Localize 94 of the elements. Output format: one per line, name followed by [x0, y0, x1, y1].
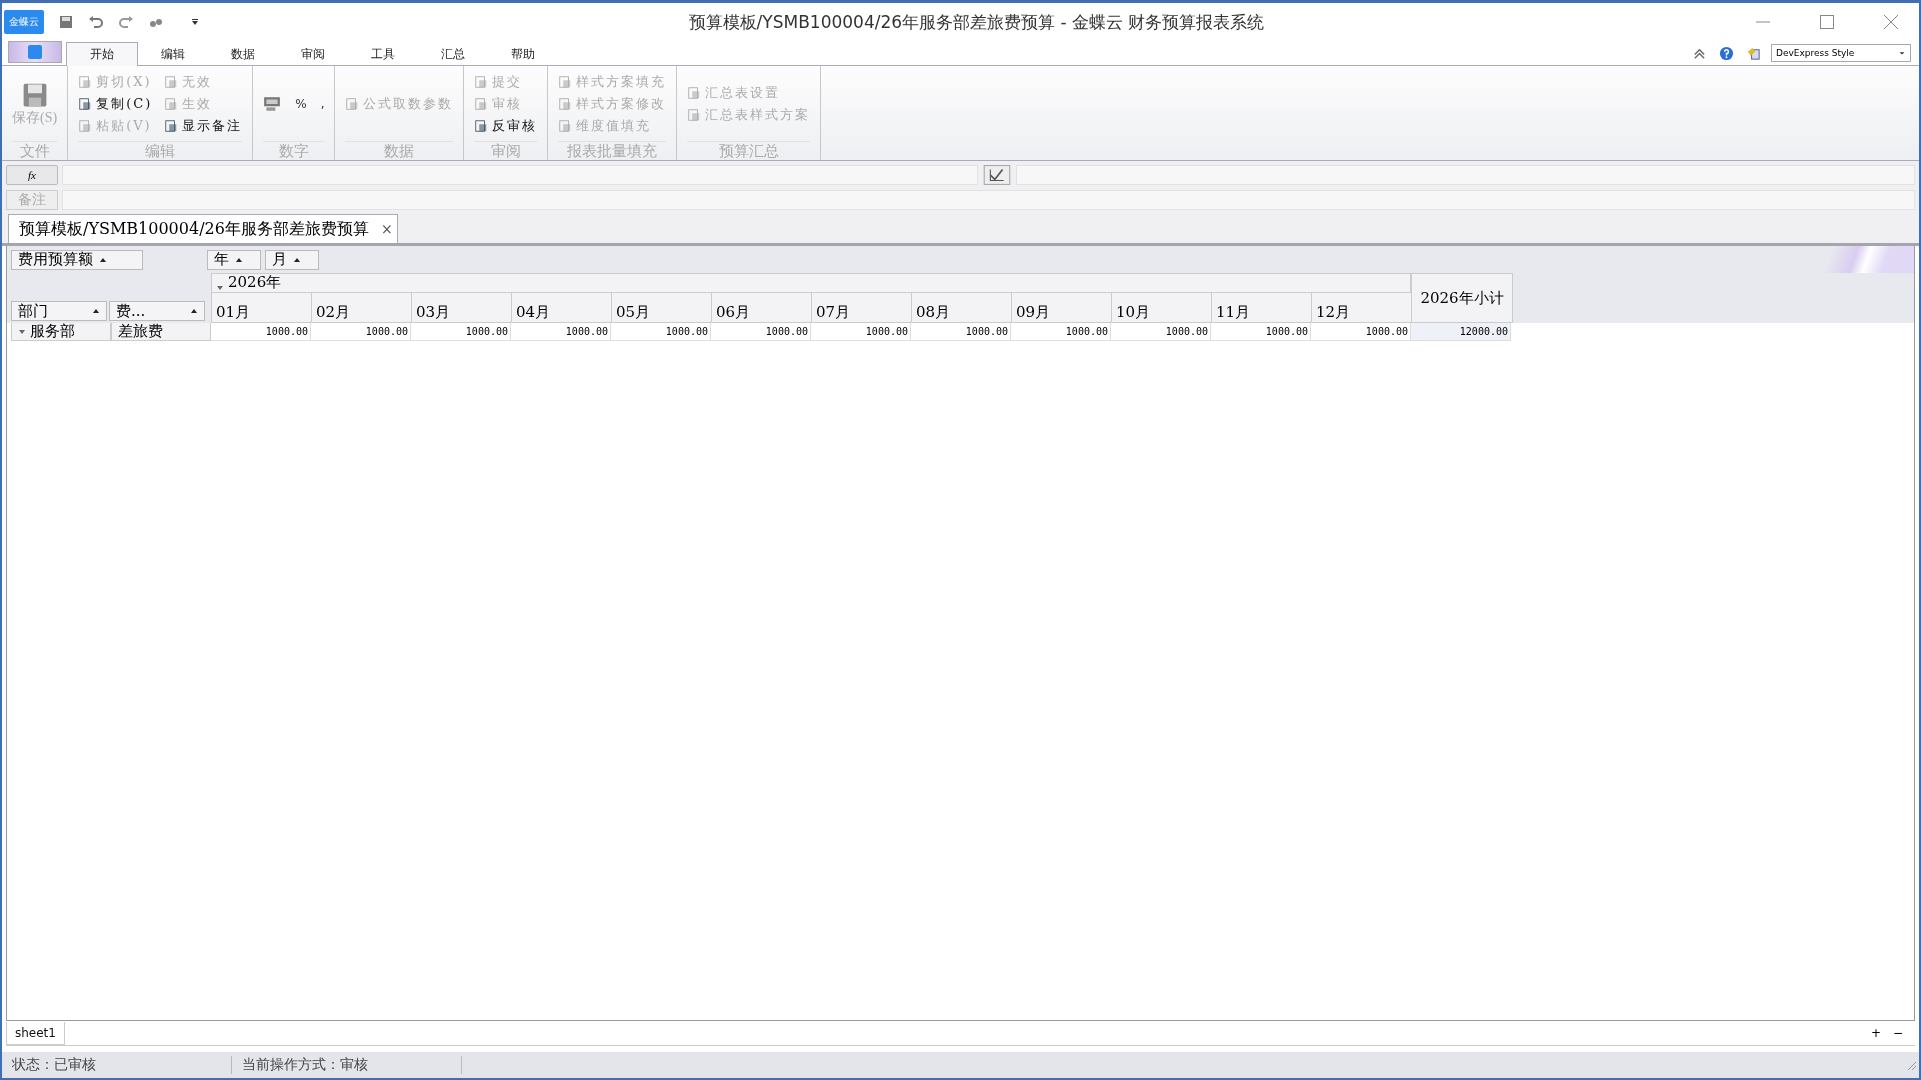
table-cell: 1000.00 — [1111, 323, 1211, 341]
total-cell: 12000.00 — [1411, 323, 1511, 341]
total-header: 2026年小计 — [1411, 273, 1513, 323]
table-cell: 1000.00 — [1011, 323, 1111, 341]
ribbon-tab[interactable]: 帮助 — [488, 43, 558, 65]
document-icon — [687, 107, 702, 122]
table-cell: 1000.00 — [811, 323, 911, 341]
expand-icon[interactable] — [216, 284, 224, 292]
app-logo: 金蝶云 — [4, 10, 44, 34]
ribbon-tab[interactable]: 审阅 — [278, 43, 348, 65]
document-icon — [78, 118, 93, 133]
undo-icon[interactable] — [88, 14, 104, 30]
table-cell: 1000.00 — [711, 323, 811, 341]
year-header: 2026年 — [228, 273, 282, 292]
ribbon-button[interactable]: 复制(C) — [78, 94, 153, 113]
ribbon-tab[interactable]: 工具 — [348, 43, 418, 65]
sheet-control-button[interactable]: + — [1870, 1026, 1881, 1040]
document-icon — [164, 96, 179, 111]
document-icon — [474, 118, 489, 133]
maximize-icon[interactable] — [1817, 12, 1837, 32]
department-cell: 服务部 — [30, 322, 75, 341]
document-icon — [78, 74, 93, 89]
document-icon — [164, 74, 179, 89]
month-header: 07月 — [811, 292, 911, 323]
row-field-button[interactable]: 部门 — [11, 301, 107, 321]
status-text: 当前操作方式：审核 — [232, 1056, 462, 1074]
ribbon-group-label: 预算汇总 — [687, 141, 811, 160]
close-icon[interactable] — [1881, 12, 1901, 32]
number-format-icon[interactable] — [263, 94, 282, 113]
month-header: 02月 — [311, 292, 411, 323]
resize-grip-icon[interactable] — [1905, 1059, 1917, 1071]
ribbon-button[interactable]: 反审核 — [474, 116, 538, 135]
ribbon-tab[interactable]: 编辑 — [138, 43, 208, 65]
sort-up-icon — [92, 307, 100, 315]
table-cell: 1000.00 — [311, 323, 411, 341]
month-header: 11月 — [1211, 292, 1311, 323]
ribbon-tab[interactable]: 汇总 — [418, 43, 488, 65]
dropdown-icon[interactable] — [190, 17, 200, 27]
month-header: 08月 — [911, 292, 1011, 323]
month-header: 05月 — [611, 292, 711, 323]
expense-cell: 差旅费 — [111, 323, 211, 341]
table-cell: 1000.00 — [911, 323, 1011, 341]
table-cell: 1000.00 — [411, 323, 511, 341]
application-menu-button[interactable] — [8, 41, 62, 63]
column-field-button[interactable]: 年 — [207, 249, 261, 270]
document-icon — [558, 74, 573, 89]
ribbon-tab[interactable]: 数据 — [208, 43, 278, 65]
ribbon-group-label: 编辑 — [78, 141, 243, 160]
month-header: 10月 — [1111, 292, 1211, 323]
ribbon-group-label: 报表批量填充 — [558, 141, 667, 160]
style-dropdown[interactable]: DevExpress Style — [1771, 44, 1911, 62]
ribbon-button[interactable]: 显示备注 — [164, 116, 243, 135]
document-icon — [164, 118, 179, 133]
document-icon — [345, 96, 360, 111]
column-field-button[interactable]: 月 — [265, 249, 319, 270]
expand-icon[interactable] — [18, 327, 26, 336]
ribbon-group-label: 审阅 — [474, 141, 538, 160]
caret-icon — [1898, 49, 1906, 57]
collapse-ribbon-icon[interactable] — [1692, 46, 1707, 61]
sort-up-icon — [190, 307, 198, 315]
table-cell: 1000.00 — [611, 323, 711, 341]
save-icon[interactable] — [58, 14, 74, 30]
document-icon — [474, 96, 489, 111]
ribbon-group-label: 数据 — [345, 141, 454, 160]
month-header: 06月 — [711, 292, 811, 323]
number-format-button[interactable]: , — [320, 96, 325, 111]
sheet-tab[interactable]: sheet1 — [6, 1021, 65, 1045]
formula-button[interactable]: fx — [6, 165, 58, 185]
ribbon-group-label: 文件 — [12, 141, 58, 160]
table-cell: 1000.00 — [511, 323, 611, 341]
month-header: 09月 — [1011, 292, 1111, 323]
paint-bucket-icon[interactable] — [1746, 46, 1761, 61]
confirm-icon[interactable] — [982, 165, 1012, 185]
redo-icon[interactable] — [118, 14, 134, 30]
document-tab[interactable]: 预算模板/YSMB100004/26年服务部差旅费预算 × — [8, 214, 398, 243]
document-icon — [558, 96, 573, 111]
month-header: 01月 — [211, 292, 311, 323]
data-field-button[interactable]: 费用预算额 — [11, 249, 143, 270]
help-icon[interactable] — [1719, 46, 1734, 61]
month-header: 04月 — [511, 292, 611, 323]
ribbon-tab[interactable]: 开始 — [66, 42, 138, 66]
document-icon — [558, 118, 573, 133]
window-title: 预算模板/YSMB100004/26年服务部差旅费预算 - 金蝶云 财务预算报表系统 — [688, 10, 1265, 34]
document-icon — [474, 74, 489, 89]
document-icon — [687, 85, 702, 100]
ribbon-group-label: 数字 — [263, 141, 325, 160]
table-cell: 1000.00 — [211, 323, 311, 341]
table-cell: 1000.00 — [1211, 323, 1311, 341]
row-field-button[interactable]: 费... — [109, 301, 205, 321]
number-format-button[interactable]: % — [295, 96, 307, 111]
status-text: 状态：已审核 — [2, 1056, 232, 1074]
sheet-control-button[interactable]: − — [1892, 1026, 1903, 1040]
document-icon — [78, 96, 93, 111]
month-header: 03月 — [411, 292, 511, 323]
